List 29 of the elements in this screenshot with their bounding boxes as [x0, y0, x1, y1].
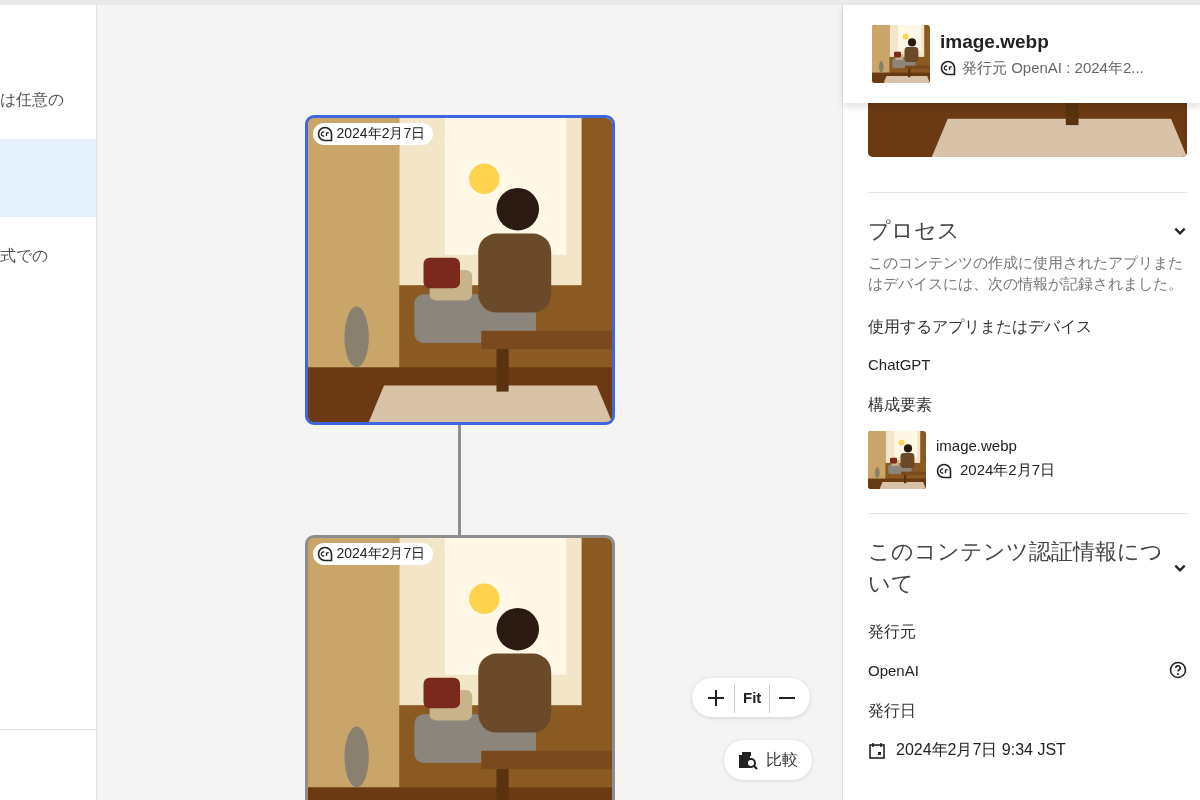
- plus-icon: [706, 687, 726, 708]
- field-label: 発行日: [868, 701, 917, 721]
- fit-button[interactable]: Fit: [735, 683, 770, 712]
- compare-icon: [738, 750, 758, 770]
- image-node[interactable]: 2024年2月7日: [304, 115, 615, 425]
- badge-date: 2024年2月7日: [336, 125, 426, 143]
- field-label: 構成要素: [868, 395, 933, 415]
- help-icon[interactable]: [1169, 661, 1187, 679]
- ingredient-date: 2024年2月7日: [960, 461, 1056, 480]
- field-label: 発行元: [868, 622, 917, 642]
- badge-date: 2024年2月7日: [336, 545, 426, 563]
- field-label: 使用するアプリまたはデバイス: [868, 317, 1093, 337]
- issuer-summary: 発行元 OpenAI : 2024年2...: [962, 58, 1144, 78]
- image-node[interactable]: 2024年2月7日: [304, 535, 615, 800]
- credential-icon: [940, 60, 956, 76]
- field-value: OpenAI: [868, 661, 919, 679]
- credential-icon: [316, 126, 333, 142]
- field-value: ChatGPT: [868, 356, 932, 373]
- minus-icon: [778, 696, 797, 699]
- section-title: プロセス: [868, 217, 961, 245]
- credential-icon: [936, 462, 952, 479]
- file-title: image.webp: [940, 30, 1050, 53]
- calendar-icon: [868, 741, 886, 760]
- issue-date: 2024年2月7日 9:34 JST: [896, 740, 1066, 760]
- section-title: このコンテンツ認証情報について: [868, 538, 1163, 598]
- section-description: このコンテンツの作成に使用されたアプリまたはデバイスには、次の情報が記録されました。: [868, 254, 1184, 294]
- compare-button[interactable]: 比較: [724, 740, 812, 780]
- ingredient-name: image.webp: [936, 437, 1018, 454]
- credential-icon: [316, 546, 333, 562]
